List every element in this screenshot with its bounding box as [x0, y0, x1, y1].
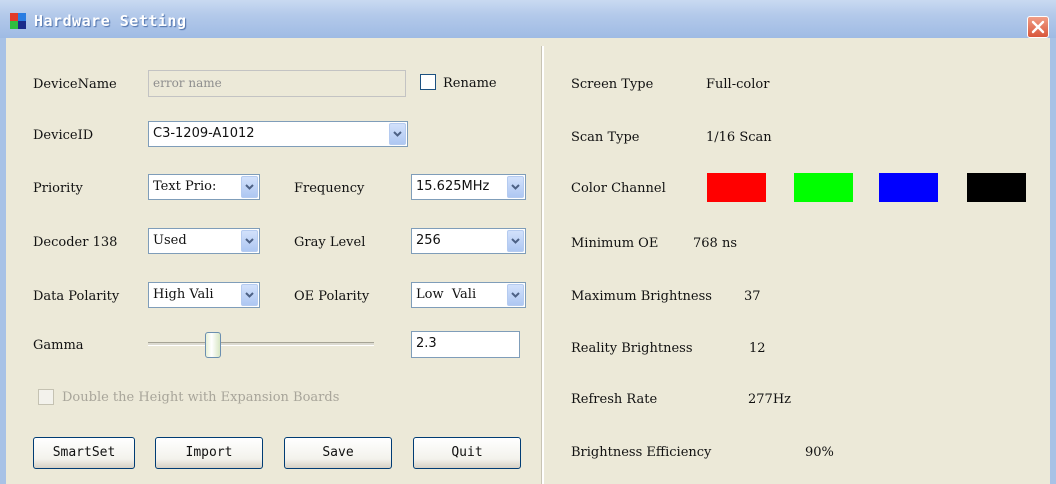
frequency-value: 15.625MHz: [416, 179, 490, 194]
gray-level-value: 256: [416, 233, 441, 248]
chevron-down-icon: [511, 292, 520, 298]
window-title: Hardware Setting: [34, 12, 187, 30]
minimum-oe-label: Minimum OE: [571, 236, 659, 251]
color-swatch-green: [794, 173, 853, 202]
chevron-down-icon: [245, 238, 254, 244]
smartset-button[interactable]: SmartSet: [33, 437, 135, 469]
rename-label: Rename: [443, 76, 497, 91]
device-id-dropdown-arrow[interactable]: [389, 123, 406, 145]
color-swatch-blue: [879, 173, 938, 202]
data-polarity-label: Data Polarity: [33, 289, 120, 304]
device-id-label: DeviceID: [33, 128, 94, 143]
gamma-label: Gamma: [33, 338, 84, 353]
chevron-down-icon: [511, 184, 520, 190]
decoder-select[interactable]: Used: [148, 228, 260, 254]
screen-type-label: Screen Type: [571, 77, 654, 92]
chevron-down-icon: [245, 184, 254, 190]
import-button[interactable]: Import: [155, 437, 263, 469]
scan-type-label: Scan Type: [571, 130, 640, 145]
priority-select[interactable]: Text Prio:: [148, 174, 260, 200]
decoder-dropdown-arrow[interactable]: [241, 230, 258, 252]
quit-button[interactable]: Quit: [413, 437, 521, 469]
color-swatch-black: [967, 173, 1026, 202]
decoder-label: Decoder 138: [33, 235, 118, 250]
minimum-oe-value: 768 ns: [693, 236, 737, 251]
frequency-dropdown-arrow[interactable]: [507, 176, 524, 198]
frequency-select[interactable]: 15.625MHz: [411, 174, 526, 200]
decoder-value: Used: [153, 233, 187, 248]
double-height-checkbox[interactable]: [38, 389, 54, 405]
priority-label: Priority: [33, 181, 83, 196]
chevron-down-icon: [393, 131, 402, 137]
brightness-efficiency-value: 90%: [805, 445, 834, 460]
refresh-rate-label: Refresh Rate: [571, 392, 658, 407]
app-logo-icon: [10, 13, 26, 29]
device-id-value: C3-1209-A1012: [153, 126, 255, 141]
data-polarity-dropdown-arrow[interactable]: [241, 284, 258, 306]
priority-value: Text Prio:: [153, 179, 217, 194]
refresh-rate-value: 277Hz: [748, 392, 791, 407]
scan-type-value: 1/16 Scan: [706, 130, 772, 145]
color-swatch-red: [707, 173, 766, 202]
oe-polarity-value: Low Vali: [416, 287, 477, 302]
close-icon: [1031, 20, 1045, 34]
gray-level-select[interactable]: 256: [411, 228, 526, 254]
max-brightness-label: Maximum Brightness: [571, 289, 712, 304]
oe-polarity-dropdown-arrow[interactable]: [507, 284, 524, 306]
reality-brightness-value: 12: [749, 341, 766, 356]
chevron-down-icon: [511, 238, 520, 244]
device-name-input[interactable]: error name: [148, 70, 406, 97]
oe-polarity-label: OE Polarity: [294, 289, 370, 304]
gray-level-dropdown-arrow[interactable]: [507, 230, 524, 252]
oe-polarity-select[interactable]: Low Vali: [411, 282, 526, 308]
chevron-down-icon: [245, 292, 254, 298]
double-height-label: Double the Height with Expansion Boards: [62, 390, 340, 405]
device-name-label: DeviceName: [33, 77, 117, 92]
gamma-slider-thumb[interactable]: [205, 332, 221, 358]
gray-level-label: Gray Level: [294, 235, 366, 250]
close-button[interactable]: [1027, 16, 1049, 38]
screen-type-value: Full-color: [706, 77, 770, 92]
gamma-input[interactable]: 2.3: [411, 331, 520, 358]
priority-dropdown-arrow[interactable]: [241, 176, 258, 198]
color-channel-label: Color Channel: [571, 181, 666, 196]
device-id-select[interactable]: C3-1209-A1012: [148, 121, 408, 147]
gamma-slider-track[interactable]: [148, 342, 374, 346]
panel-divider: [541, 46, 544, 484]
data-polarity-value: High Vali: [153, 287, 214, 302]
rename-checkbox[interactable]: [420, 74, 436, 90]
save-button[interactable]: Save: [284, 437, 392, 469]
brightness-efficiency-label: Brightness Efficiency: [571, 445, 712, 460]
frequency-label: Frequency: [294, 181, 365, 196]
reality-brightness-label: Reality Brightness: [571, 341, 693, 356]
data-polarity-select[interactable]: High Vali: [148, 282, 260, 308]
max-brightness-value: 37: [744, 289, 761, 304]
dialog-body: [0, 38, 1056, 484]
